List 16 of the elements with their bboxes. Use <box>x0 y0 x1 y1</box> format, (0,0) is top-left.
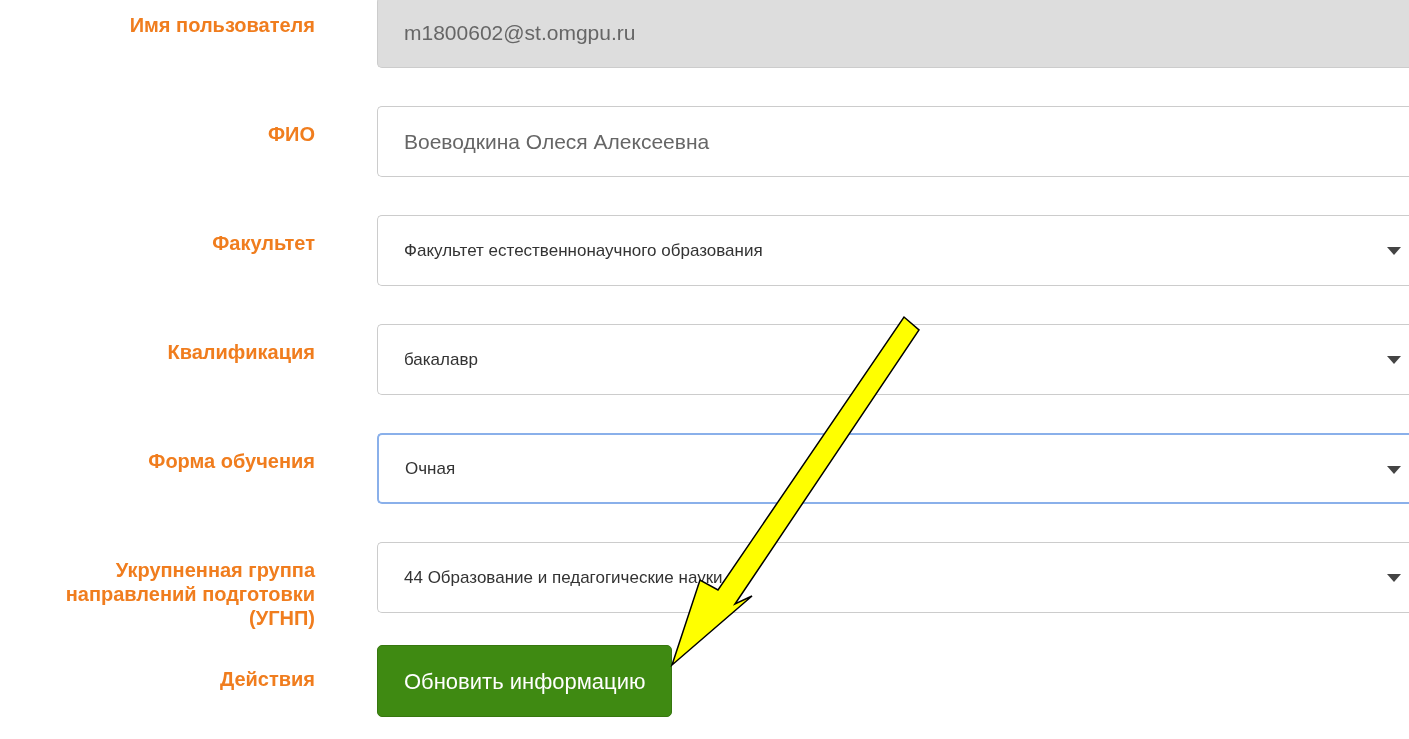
field-label: Форма обучения <box>147 449 315 474</box>
caret-icon <box>1387 574 1401 582</box>
caret-icon <box>1387 466 1401 474</box>
field-label: Укрупненная группа направлений подготовки (УГНП) <box>64 558 315 631</box>
update-button[interactable]: Обновить информацию <box>377 645 673 717</box>
field-label: Квалификация <box>166 340 315 365</box>
field-label: ФИО <box>267 122 315 147</box>
field-label: Факультет <box>211 231 315 256</box>
field-label: Имя пользователя <box>128 13 315 38</box>
dropdown-field[interactable]: Очная <box>377 433 1409 504</box>
dropdown-field[interactable]: бакалавр <box>377 324 1409 395</box>
caret-icon <box>1387 356 1401 364</box>
dropdown-field[interactable]: Факультет естественнонаучного образования <box>377 215 1409 286</box>
caret-icon <box>1387 247 1401 255</box>
text-field[interactable]: Воеводкина Олеся Алексеевна <box>377 106 1409 177</box>
field-label: Действия <box>218 667 315 692</box>
